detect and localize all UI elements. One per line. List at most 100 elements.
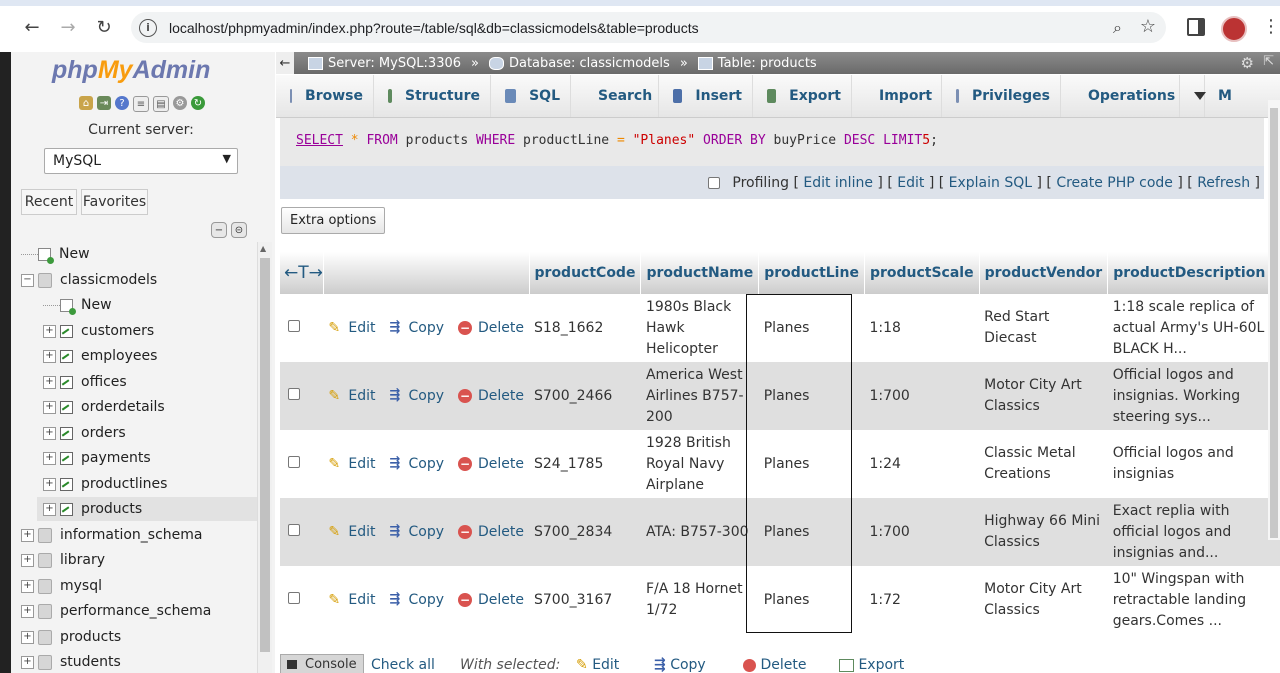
tree-item-performance-schema[interactable]: + performance_schema [11,599,257,623]
expand-icon[interactable]: + [43,502,56,516]
sql-docs-icon[interactable]: ▤ [153,96,169,112]
row-edit-link[interactable]: ✎ Edit [328,590,375,611]
tab-insert[interactable]: Insert [659,75,753,117]
row-checkbox[interactable] [288,591,300,604]
scroll-up-icon[interactable]: ▲ [260,244,266,253]
expand-icon[interactable]: + [21,630,34,644]
tree-item-orders[interactable]: + orders [11,421,257,445]
row-copy-link[interactable]: ⇶ Copy [390,590,445,611]
reload-icon[interactable]: ↻ [91,14,117,40]
row-delete-link[interactable]: − Delete [458,454,524,475]
cell-product-line[interactable]: Planes [758,362,865,430]
tree-item-library[interactable]: + library [11,548,257,572]
row-copy-link[interactable]: ⇶ Copy [390,318,445,339]
row-edit-link[interactable]: ✎ Edit [328,454,375,475]
expand-icon[interactable]: + [21,528,34,542]
collapse-all-icon[interactable]: − [211,222,227,238]
home-icon[interactable]: ⌂ [79,96,93,110]
link-with-main-icon[interactable]: ⊝ [231,222,247,238]
tab-m[interactable]: M [1180,75,1232,117]
check-all-link[interactable]: Check all [371,657,435,673]
tree-item-students[interactable]: + students [11,650,257,673]
help-icon[interactable]: ? [115,96,129,110]
expand-icon[interactable]: + [21,579,34,593]
explain-sql-link[interactable]: Explain SQL [949,175,1032,191]
column-header-productdescription[interactable]: productDescription [1107,252,1272,294]
column-header-productcode[interactable]: productCode [529,252,642,294]
browser-menu-icon[interactable]: ⋮ [1262,16,1280,37]
docs-icon[interactable]: ≡ [133,96,149,112]
refresh-link[interactable]: Refresh [1197,175,1250,191]
tree-item-products[interactable]: + products [37,497,257,521]
expand-icon[interactable]: + [43,375,56,389]
expand-icon[interactable]: + [21,604,34,618]
tree-item-orderdetails[interactable]: + orderdetails [11,395,257,419]
column-header-productscale[interactable]: productScale [864,252,980,294]
tab-browse[interactable]: Browse [276,75,374,117]
cell-product-line[interactable]: Planes [758,566,865,634]
row-copy-link[interactable]: ⇶ Copy [390,454,445,475]
expand-icon[interactable]: + [43,477,56,491]
page-settings-gear-icon[interactable]: ⚙ [1241,54,1254,72]
expand-icon[interactable]: + [21,553,34,567]
expand-icon[interactable]: + [21,655,34,669]
column-resize-icon[interactable]: ←T→ [284,263,322,283]
console-toggle[interactable]: Console [280,654,364,673]
tab-sql[interactable]: SQL [491,75,571,117]
side-panel-icon[interactable] [1187,18,1205,36]
create-php-code-link[interactable]: Create PHP code [1056,175,1173,191]
row-delete-link[interactable]: − Delete [458,318,524,339]
column-header-productline[interactable]: productLine [758,252,865,294]
tree-item-products[interactable]: + products [11,625,257,649]
tab-structure[interactable]: Structure [374,75,491,117]
row-edit-link[interactable]: ✎ Edit [328,318,375,339]
bulk-export-button[interactable]: Export [839,657,904,673]
tree-item-customers[interactable]: + customers [11,319,257,343]
cell-product-line[interactable]: Planes [758,294,865,362]
profile-avatar[interactable] [1221,16,1247,42]
breadcrumb-database[interactable]: Database: classicmodels [488,56,670,71]
tree-item-payments[interactable]: + payments [11,446,257,470]
tab-export[interactable]: Export [753,75,852,117]
tree-item-New[interactable]: New [11,293,257,317]
tree-item-New[interactable]: New [11,242,257,266]
site-info-icon[interactable]: i [139,18,157,37]
address-bar[interactable]: i localhost/phpmyadmin/index.php?route=/… [131,12,1166,43]
row-checkbox[interactable] [288,523,300,536]
bulk-copy-button[interactable]: ⇶ Copy [654,657,706,673]
row-checkbox[interactable] [288,319,300,332]
row-edit-link[interactable]: ✎ Edit [328,386,375,407]
expand-icon[interactable]: + [43,349,56,363]
breadcrumb-table[interactable]: Table: products [697,56,817,71]
url-text[interactable]: localhost/phpmyadmin/index.php?route=/ta… [169,20,699,36]
expand-icon[interactable]: + [43,324,56,338]
tree-item-offices[interactable]: + offices [11,370,257,394]
tab-import[interactable]: Import [852,75,942,117]
forward-icon[interactable]: → [55,14,81,40]
tree-item-productlines[interactable]: + productlines [11,472,257,496]
edit-inline-link[interactable]: Edit inline [803,175,873,191]
collapse-icon[interactable]: − [21,273,34,287]
cell-product-line[interactable]: Planes [758,430,865,498]
tab-privileges[interactable]: Privileges [942,75,1061,117]
back-icon[interactable]: ← [19,14,45,40]
settings-gear-icon[interactable]: ⚙ [173,96,187,110]
row-edit-link[interactable]: ✎ Edit [328,522,375,543]
row-copy-link[interactable]: ⇶ Copy [390,386,445,407]
tab-operations[interactable]: Operations [1061,75,1180,117]
cell-product-line[interactable]: Planes [758,498,865,566]
breadcrumb-server[interactable]: Server: MySQL:3306 [308,56,461,71]
recent-tab[interactable]: Recent [21,189,77,215]
page-scrollbar[interactable] [1268,100,1280,540]
logout-icon[interactable]: ⇥ [97,96,111,110]
server-select[interactable]: MySQL ▼ [44,148,238,174]
nav-scroll-thumb[interactable] [260,258,270,652]
tree-item-classicmodels[interactable]: − classicmodels [11,268,257,292]
row-checkbox[interactable] [288,455,300,468]
bulk-delete-button[interactable]: Delete [743,657,806,673]
bookmark-star-icon[interactable]: ☆ [1140,16,1156,37]
tab-search[interactable]: Search [571,75,659,117]
bulk-edit-button[interactable]: ✎ Edit [576,657,619,673]
phpmyadmin-logo[interactable]: phpMyAdmin [52,56,210,85]
nav-scrollbar[interactable]: ▲ [257,242,272,673]
